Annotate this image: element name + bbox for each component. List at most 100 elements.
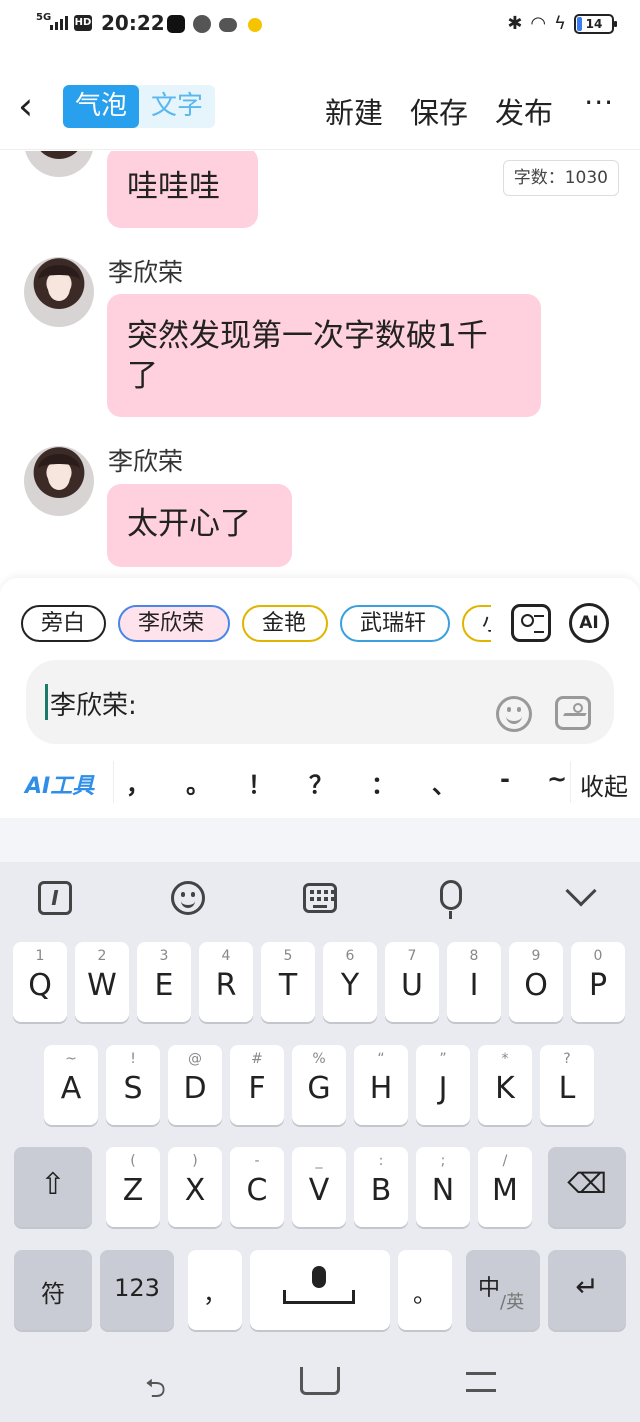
word-count-badge: 字数：1030	[502, 160, 619, 196]
chat-area[interactable]: 哇哇哇 李欣荣 突然发现第一次字数破1千 了 李欣荣 太开心了	[0, 151, 640, 581]
key-u[interactable]: 7U	[385, 942, 439, 1022]
message-text: 了	[127, 358, 158, 394]
key-label: 中	[478, 1276, 501, 1301]
image-icon[interactable]	[555, 696, 591, 730]
key-hint: 5	[283, 948, 293, 964]
role-chip-selected[interactable]: 李欣荣	[118, 605, 230, 642]
mode-bubble-tab[interactable]: 气泡	[63, 85, 139, 128]
period-key[interactable]: 。	[398, 1250, 452, 1330]
key-hint: 0	[593, 948, 603, 964]
role-chip[interactable]: 武瑞轩	[340, 605, 450, 642]
cursor-icon[interactable]: I	[38, 881, 72, 915]
role-chip[interactable]: 小	[462, 605, 491, 642]
key-hint: 1	[35, 948, 45, 964]
shift-key[interactable]: ⇧	[14, 1147, 92, 1227]
role-chip-narration[interactable]: 旁白	[21, 605, 106, 642]
save-button[interactable]: 保存	[410, 90, 468, 132]
avatar[interactable]	[24, 151, 94, 177]
key-l[interactable]: ? L	[540, 1045, 594, 1125]
key-label: H	[369, 1071, 393, 1106]
key-x[interactable]: ) X	[168, 1147, 222, 1227]
key-label: N	[431, 1173, 455, 1208]
collapse-button[interactable]: 收起	[580, 767, 628, 802]
symbol-key[interactable]: 符	[14, 1250, 92, 1330]
message-bubble[interactable]: 太开心了	[107, 484, 292, 567]
backspace-icon: ⌫	[567, 1167, 607, 1200]
space-key[interactable]	[250, 1250, 390, 1330]
avatar[interactable]	[24, 446, 94, 516]
role-chip[interactable]: 金艳	[242, 605, 328, 642]
key-v[interactable]: _ V	[292, 1147, 346, 1227]
ai-icon[interactable]: AI	[569, 603, 609, 643]
microphone-icon[interactable]	[440, 880, 462, 919]
mode-text-tab[interactable]: 文字	[139, 85, 215, 128]
key-r[interactable]: 4R	[199, 942, 253, 1022]
more-icon[interactable]: ···	[584, 86, 614, 119]
key-q[interactable]: 1Q	[13, 942, 67, 1022]
chevron-down-icon[interactable]	[565, 875, 597, 907]
back-arrow-icon[interactable]: ‹	[18, 87, 48, 128]
key-z[interactable]: (Z	[106, 1147, 160, 1227]
key-label: V	[308, 1173, 330, 1208]
key-p[interactable]: 0P	[571, 942, 625, 1022]
punctuation-key[interactable]: -	[490, 765, 520, 793]
system-back-icon[interactable]: ⮌	[145, 1370, 166, 1414]
key-a[interactable]: ~ A	[44, 1045, 98, 1125]
key-m[interactable]: / M	[478, 1147, 532, 1227]
key-n[interactable]: ; N	[416, 1147, 470, 1227]
key-k[interactable]: * K	[478, 1045, 532, 1125]
key-label: S	[123, 1071, 143, 1106]
punctuation-key[interactable]: ~	[546, 765, 568, 793]
punctuation-key[interactable]: ：	[368, 765, 398, 800]
key-hint: 6	[345, 948, 355, 964]
punctuation-bar: AI工具 ， 。 ！ ？ ： 、 - ~ 收起	[0, 753, 640, 811]
key-label: Z	[122, 1173, 144, 1208]
punctuation-key[interactable]: ？	[306, 765, 336, 800]
backspace-key[interactable]: ⌫	[548, 1147, 626, 1227]
key-j[interactable]: ” J	[416, 1045, 470, 1125]
message-text: 太开心了	[127, 506, 251, 542]
new-button[interactable]: 新建	[325, 90, 383, 132]
key-hint: -	[254, 1153, 260, 1169]
message-bubble[interactable]: 哇哇哇	[107, 151, 258, 228]
key-label: F	[248, 1071, 266, 1106]
punctuation-key[interactable]: 。	[183, 765, 213, 800]
key-e[interactable]: 3E	[137, 942, 191, 1022]
key-i[interactable]: 8I	[447, 942, 501, 1022]
punctuation-key[interactable]: ！	[245, 765, 275, 800]
number-key[interactable]: 123	[100, 1250, 174, 1330]
key-y[interactable]: 6Y	[323, 942, 377, 1022]
key-w[interactable]: 2W	[75, 942, 129, 1022]
key-g[interactable]: % G	[292, 1045, 346, 1125]
message-input[interactable]: 李欣荣:	[26, 660, 614, 744]
punctuation-key[interactable]: ，	[123, 765, 153, 800]
key-b[interactable]: :B	[354, 1147, 408, 1227]
hd-icon: HD	[74, 15, 92, 31]
emoji-panel-icon[interactable]	[171, 881, 205, 915]
key-hint: 7	[407, 948, 417, 964]
keyboard-layout-icon[interactable]	[303, 883, 337, 913]
system-home-icon[interactable]	[300, 1367, 340, 1395]
system-menu-icon[interactable]	[466, 1372, 496, 1392]
key-o[interactable]: 9O	[509, 942, 563, 1022]
ai-tools-button[interactable]: AI工具	[25, 768, 94, 800]
message-bubble[interactable]: 突然发现第一次字数破1千 了	[107, 294, 541, 417]
avatar[interactable]	[24, 257, 94, 327]
key-s[interactable]: ! S	[106, 1045, 160, 1125]
key-h[interactable]: “H	[354, 1045, 408, 1125]
comma-key[interactable]: ，	[188, 1250, 242, 1330]
key-c[interactable]: -C	[230, 1147, 284, 1227]
publish-button[interactable]: 发布	[495, 90, 553, 132]
key-f[interactable]: # F	[230, 1045, 284, 1125]
tiktok-icon	[167, 15, 185, 33]
emoji-icon[interactable]	[496, 696, 532, 732]
bluetooth-icon: ✱	[507, 13, 523, 34]
role-manage-icon[interactable]	[511, 604, 551, 642]
key-label: W	[87, 968, 117, 1003]
enter-key[interactable]: ↵	[548, 1250, 626, 1330]
message-text: 哇哇哇	[127, 169, 220, 205]
language-toggle-key[interactable]: 中 /英	[466, 1250, 540, 1330]
key-t[interactable]: 5T	[261, 942, 315, 1022]
key-d[interactable]: @ D	[168, 1045, 222, 1125]
punctuation-key[interactable]: 、	[429, 765, 459, 800]
